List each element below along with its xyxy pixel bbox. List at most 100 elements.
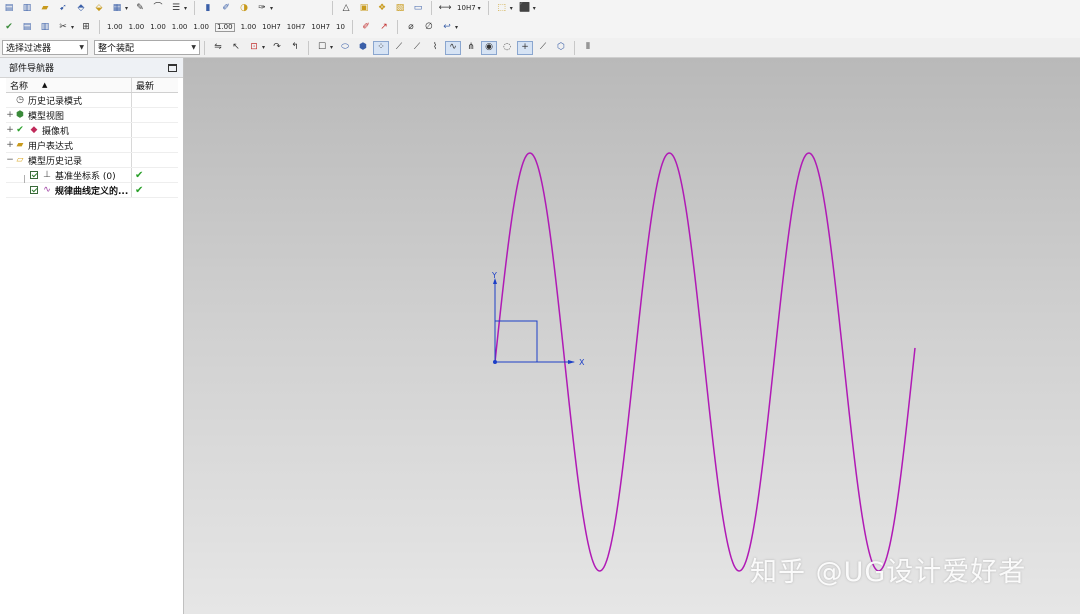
expander[interactable]: + xyxy=(6,110,14,120)
reset-icon[interactable]: ⦀ xyxy=(580,41,596,55)
fit-4[interactable]: 10 xyxy=(336,23,345,31)
separator xyxy=(308,40,310,55)
component-icon[interactable]: ⬛ xyxy=(517,1,533,15)
precision-3[interactable]: 1.00 xyxy=(150,23,166,31)
separator xyxy=(431,1,433,15)
fit-2[interactable]: 10H7 xyxy=(287,23,306,31)
tree-row-law-curve[interactable]: ∿ 规律曲线定义的... ✔ xyxy=(6,183,178,198)
datum-csys[interactable]: Y X xyxy=(491,271,585,367)
intersect-icon[interactable]: ⋔ xyxy=(463,41,479,55)
dropdown-arrow[interactable]: ▾ xyxy=(262,44,265,51)
blend-icon[interactable]: ⌒ xyxy=(150,1,166,15)
precision-2[interactable]: 1.00 xyxy=(129,23,145,31)
solid-icon[interactable]: ⬢ xyxy=(355,41,371,55)
dropdown-arrow[interactable]: ▾ xyxy=(270,5,273,12)
brush-icon[interactable]: ✐ xyxy=(358,20,374,34)
tree-row-user-expressions[interactable]: + ▰ 用户表达式 xyxy=(6,138,178,153)
sheets-icon[interactable]: ▥ xyxy=(37,20,53,34)
table-icon[interactable]: ▦ xyxy=(109,1,125,15)
extrude-icon[interactable]: ⬘ xyxy=(73,1,89,15)
pencil-icon[interactable]: ✐ xyxy=(218,1,234,15)
spline-icon[interactable]: ∿ xyxy=(445,40,462,55)
tolerance-label[interactable]: 10H7 xyxy=(457,4,476,12)
precision-7[interactable]: 1.00 xyxy=(241,23,257,31)
measure-icon[interactable]: ◑ xyxy=(236,1,252,15)
pen-icon[interactable]: ✎ xyxy=(132,1,148,15)
expander[interactable]: + xyxy=(6,125,14,135)
body-icon[interactable]: ⬭ xyxy=(337,41,353,55)
checkbox-icon[interactable] xyxy=(30,171,38,179)
tree-row-cameras[interactable]: + ✔ ◆ 摄像机 xyxy=(6,123,178,138)
tree-row-datum-csys[interactable]: ⊥ 基准坐标系 (0) ✔ xyxy=(6,168,178,183)
fit-1[interactable]: 10H7 xyxy=(262,23,281,31)
tangent-icon[interactable]: ⟋ xyxy=(535,41,551,55)
select-icon[interactable]: ↖ xyxy=(228,41,244,55)
snap-point-icon[interactable]: ⁘ xyxy=(373,40,390,55)
dropdown-arrow[interactable]: ▾ xyxy=(330,44,333,51)
dropdown-arrow[interactable]: ▾ xyxy=(184,5,187,12)
dropdown-arrow[interactable]: ▾ xyxy=(71,24,74,31)
undo-icon[interactable]: ↩ xyxy=(439,20,455,34)
box-select-icon[interactable]: ☐ xyxy=(314,41,330,55)
checkmark-icon: ✔ xyxy=(16,125,24,135)
endpoint-icon[interactable]: ⟋ xyxy=(409,41,425,55)
point-on-curve-icon[interactable]: ⬡ xyxy=(553,41,569,55)
cut-icon[interactable]: ✂ xyxy=(55,20,71,34)
notes-icon[interactable]: ▧ xyxy=(392,1,408,15)
graphics-window[interactable]: Y X 知乎 @UG设计爱好者 xyxy=(184,58,1080,614)
curve-snap-icon[interactable]: ⌇ xyxy=(427,41,443,55)
grid-icon[interactable]: ⊞ xyxy=(78,20,94,34)
center-icon[interactable]: ◉ xyxy=(481,40,498,55)
check-icon[interactable]: ✔ xyxy=(1,20,17,34)
triangle-icon[interactable]: △ xyxy=(338,1,354,15)
copy-icon[interactable]: ▥ xyxy=(19,1,35,15)
precision-5[interactable]: 1.00 xyxy=(193,23,209,31)
tree-row-model-views[interactable]: + ⬢ 模型视图 xyxy=(6,108,178,123)
edit-icon[interactable]: ✑ xyxy=(254,1,270,15)
menu-list-icon[interactable]: ☰ xyxy=(168,1,184,15)
precision-6[interactable]: 1.00 xyxy=(214,22,235,32)
filter-icon[interactable]: ⇋ xyxy=(210,41,226,55)
quadrant-icon[interactable]: ◌ xyxy=(499,41,515,55)
axis-y-label: Y xyxy=(491,271,497,280)
diameter-icon[interactable]: ⌀ xyxy=(403,20,419,34)
checkbox-icon[interactable] xyxy=(30,186,38,194)
maximize-icon[interactable] xyxy=(168,63,177,72)
arrow-tool-icon[interactable]: ➹ xyxy=(55,1,71,15)
expander[interactable]: − xyxy=(6,155,14,165)
precision-1[interactable]: 1.00 xyxy=(107,23,123,31)
view-icon[interactable]: ▭ xyxy=(410,1,426,15)
annotation-icon[interactable]: ↗ xyxy=(376,20,392,34)
lasso-icon[interactable]: ↷ xyxy=(269,41,285,55)
column-header-latest[interactable]: 最新 xyxy=(132,78,178,92)
book-icon[interactable]: ▮ xyxy=(200,1,216,15)
expander[interactable]: + xyxy=(6,140,14,150)
sheet-icon[interactable]: ▣ xyxy=(356,1,372,15)
assembly-scope-combo[interactable]: 整个装配 ▼ xyxy=(94,40,200,55)
clock-icon: ◷ xyxy=(16,95,24,105)
column-header-name[interactable]: 名称 ▲ xyxy=(6,78,132,92)
dropdown-arrow[interactable]: ▾ xyxy=(510,5,513,12)
pointer-icon[interactable]: ↰ xyxy=(287,41,303,55)
dropdown-arrow[interactable]: ▾ xyxy=(125,5,128,12)
selection-filter-combo[interactable]: 选择过滤器 ▼ xyxy=(2,40,88,55)
fit-3[interactable]: 10H7 xyxy=(311,23,330,31)
tree-row-model-history[interactable]: − ▱ 模型历史记录 xyxy=(6,153,178,168)
layer-icon[interactable]: ▤ xyxy=(19,20,35,34)
open-folder-icon[interactable]: ▰ xyxy=(37,1,53,15)
feature-icon[interactable]: ⬙ xyxy=(91,1,107,15)
precision-4[interactable]: 1.00 xyxy=(172,23,188,31)
slash-circle-icon[interactable]: ∅ xyxy=(421,20,437,34)
rectangle-select-icon[interactable]: ⊡ xyxy=(246,41,262,55)
dimension-icon[interactable]: ⟷ xyxy=(437,1,453,15)
plus-snap-icon[interactable]: + xyxy=(517,40,534,55)
line-snap-icon[interactable]: ⟋ xyxy=(391,41,407,55)
dropdown-arrow[interactable]: ▾ xyxy=(455,24,458,31)
dropdown-arrow[interactable]: ▾ xyxy=(478,5,481,12)
tree-label: 规律曲线定义的... xyxy=(55,186,129,197)
save-icon[interactable]: ▤ xyxy=(1,1,17,15)
dropdown-arrow[interactable]: ▾ xyxy=(533,5,536,12)
tree-row-history-mode[interactable]: ◷ 历史记录模式 xyxy=(6,93,178,108)
settings-doc-icon[interactable]: ❖ xyxy=(374,1,390,15)
assembly-icon[interactable]: ⬚ xyxy=(494,1,510,15)
